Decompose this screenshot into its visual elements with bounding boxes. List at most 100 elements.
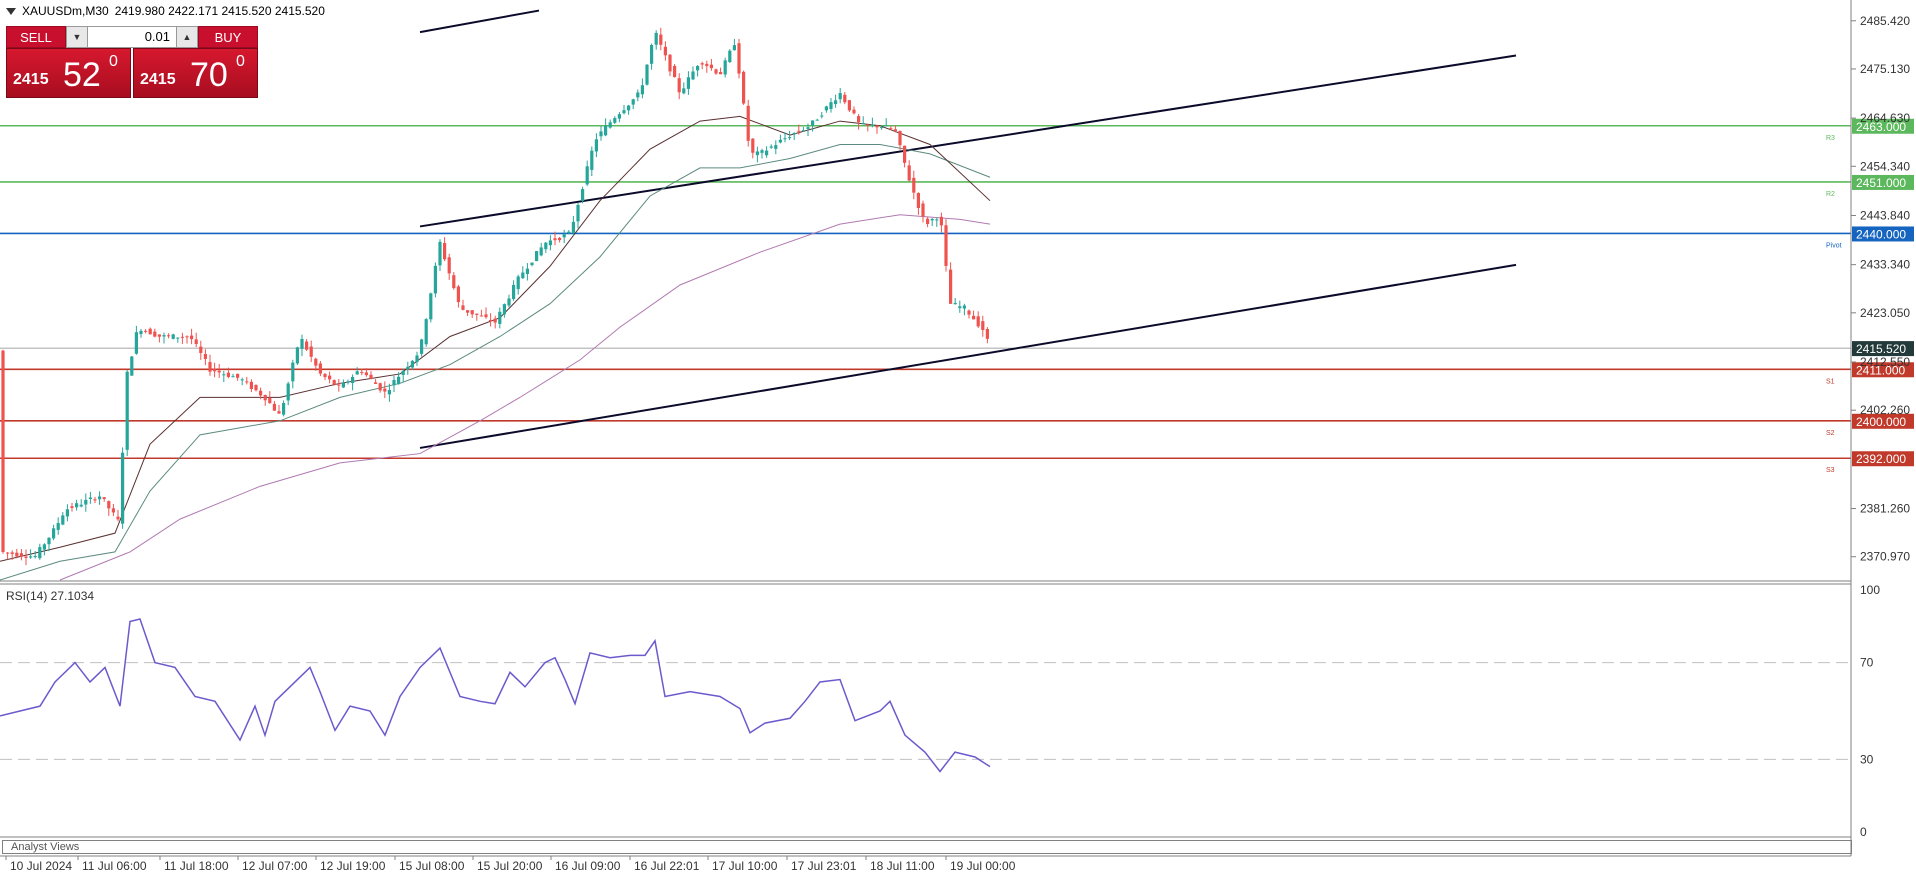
candle-body bbox=[512, 284, 516, 300]
analyst-views-bar[interactable]: Analyst Views bbox=[2, 840, 1852, 854]
candle-body bbox=[755, 151, 759, 156]
candle-body bbox=[157, 334, 161, 337]
candle-body bbox=[107, 501, 111, 509]
candle-body bbox=[613, 118, 617, 123]
candle-body bbox=[213, 368, 217, 372]
candle-body bbox=[682, 88, 686, 94]
candle-body bbox=[323, 373, 327, 378]
candle-body bbox=[939, 216, 943, 226]
candle-body bbox=[461, 305, 465, 310]
price-tick-label: 2381.260 bbox=[1860, 502, 1910, 516]
candle-body bbox=[406, 366, 410, 370]
volume-increase-button[interactable]: ▲ bbox=[176, 26, 198, 48]
candle-body bbox=[608, 122, 612, 128]
candle-body bbox=[576, 204, 580, 222]
candle-body bbox=[111, 508, 115, 513]
candle-body bbox=[84, 499, 88, 505]
time-tick-label: 12 Jul 07:00 bbox=[242, 859, 308, 873]
candle-body bbox=[291, 362, 295, 382]
chart-area[interactable]: R3 2463.000 R2 2451.000 Pivot 2440.000 S1 2411.… bbox=[0, 0, 1916, 874]
candle-body bbox=[29, 556, 33, 558]
candle-body bbox=[318, 363, 322, 374]
candle-body bbox=[305, 341, 309, 350]
time-tick-label: 15 Jul 08:00 bbox=[399, 859, 465, 873]
candle-body bbox=[792, 132, 796, 135]
candle-body bbox=[387, 389, 391, 395]
candle-body bbox=[153, 331, 157, 337]
current-price-label: 2415.520 bbox=[1856, 342, 1906, 356]
candle-body bbox=[38, 547, 42, 559]
level-price-label: 2392.000 bbox=[1856, 452, 1906, 466]
candle-body bbox=[544, 242, 548, 250]
candle-body bbox=[585, 166, 589, 185]
candle-body bbox=[723, 60, 727, 75]
candle-body bbox=[765, 150, 769, 156]
candle-body bbox=[351, 377, 355, 384]
candle-body bbox=[847, 100, 851, 111]
candle-body bbox=[880, 127, 884, 129]
candle-body bbox=[328, 375, 332, 380]
candle-body bbox=[272, 403, 276, 411]
candle-body bbox=[962, 305, 966, 309]
candle-body bbox=[231, 376, 235, 378]
candle-body bbox=[185, 336, 189, 338]
candle-body bbox=[263, 395, 267, 401]
candle-body bbox=[714, 69, 718, 74]
candle-body bbox=[148, 328, 152, 335]
candle-body bbox=[121, 452, 125, 524]
bid-price-fraction: 0 bbox=[109, 53, 118, 70]
candle-body bbox=[594, 139, 598, 152]
candle-body bbox=[424, 319, 428, 345]
price-tick-label: 2443.840 bbox=[1860, 208, 1910, 222]
candle-body bbox=[852, 109, 856, 114]
buy-price-button[interactable]: 2415 70 0 bbox=[133, 48, 258, 98]
caret-up-icon: ▲ bbox=[182, 32, 192, 42]
candle-body bbox=[866, 124, 870, 126]
candle-body bbox=[443, 243, 447, 260]
candle-body bbox=[420, 339, 424, 354]
volume-decrease-button[interactable]: ▼ bbox=[66, 26, 88, 48]
candle-body bbox=[944, 225, 948, 266]
volume-input[interactable]: 0.01 bbox=[88, 26, 176, 48]
trend-channel bbox=[419, 9, 1517, 449]
candle-body bbox=[673, 65, 677, 78]
candle-body bbox=[659, 34, 663, 45]
candle-body bbox=[650, 45, 654, 64]
candle-body bbox=[801, 130, 805, 132]
candle-body bbox=[268, 397, 272, 404]
price-tick-label: 2485.420 bbox=[1860, 14, 1910, 28]
symbol-header: XAUUSDm,M30 2419.980 2422.171 2415.520 2… bbox=[6, 4, 325, 18]
sell-price-button[interactable]: 2415 52 0 bbox=[6, 48, 131, 98]
candle-body bbox=[502, 304, 506, 315]
candle-body bbox=[783, 138, 787, 140]
candle-body bbox=[162, 335, 166, 337]
price-tick-label: 2423.050 bbox=[1860, 306, 1910, 320]
candle-body bbox=[590, 150, 594, 170]
candle-body bbox=[898, 131, 902, 146]
caret-down-icon[interactable] bbox=[6, 7, 16, 15]
candle-body bbox=[686, 77, 690, 89]
candle-body bbox=[180, 336, 184, 338]
candle-body bbox=[769, 146, 773, 148]
candle-body bbox=[282, 403, 286, 415]
candle-body bbox=[870, 124, 874, 126]
candle-body bbox=[61, 515, 65, 525]
buy-button[interactable]: BUY bbox=[198, 26, 258, 48]
candle-body bbox=[976, 316, 980, 327]
candle-body bbox=[691, 71, 695, 80]
candle-body bbox=[838, 93, 842, 100]
candle-body bbox=[475, 313, 479, 315]
candle-body bbox=[696, 66, 700, 71]
candle-body bbox=[719, 72, 723, 75]
candle-body bbox=[401, 370, 405, 375]
level-code-r2: R2 bbox=[1826, 191, 1835, 198]
level-code-s2: S2 bbox=[1826, 430, 1835, 437]
level-price-label: 2451.000 bbox=[1856, 176, 1906, 190]
sell-button[interactable]: SELL bbox=[6, 26, 66, 48]
price-chart[interactable]: R32463.000R22451.000Pivot2440.000S12411.… bbox=[0, 0, 1916, 874]
candle-body bbox=[640, 85, 644, 95]
candle-body bbox=[176, 337, 180, 339]
candle-body bbox=[15, 552, 19, 557]
symbol-label: XAUUSDm,M30 bbox=[22, 4, 109, 18]
candle-body bbox=[286, 383, 290, 401]
